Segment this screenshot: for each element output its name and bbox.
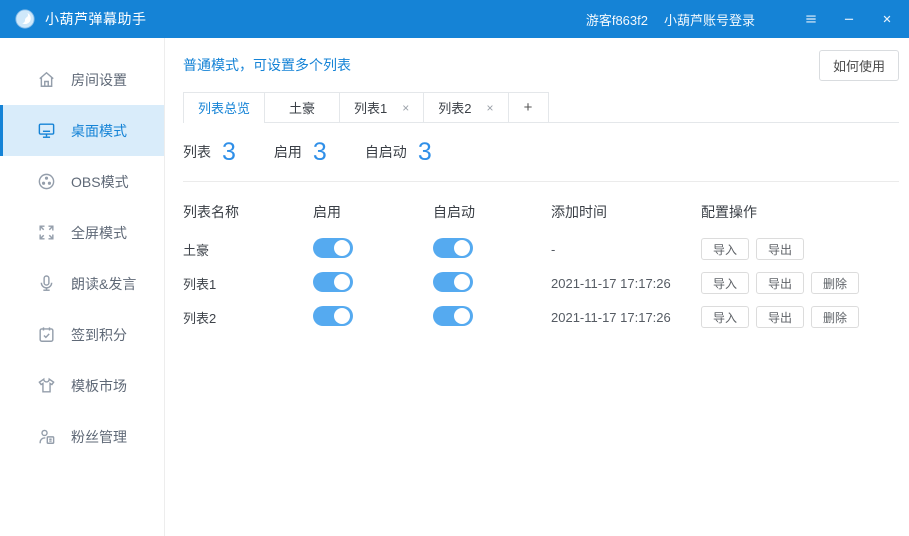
sidebar-item-label: 模板市场 xyxy=(71,376,127,396)
column-header: 列表名称 xyxy=(183,202,313,222)
sidebar-item-label: 朗读&发言 xyxy=(71,274,136,294)
tab-label: + xyxy=(524,99,533,116)
export-button[interactable]: 导出 xyxy=(756,272,804,294)
autostart-toggle[interactable] xyxy=(433,238,473,258)
tab-0[interactable]: 列表总览 xyxy=(183,92,265,122)
added-time: - xyxy=(551,242,701,257)
table-row: 列表2 2021-11-17 17:17:26导入导出删除 xyxy=(183,300,899,334)
guest-account-label[interactable]: 游客f863f2 xyxy=(586,10,648,29)
toggle-knob xyxy=(454,274,470,290)
table-body: 土豪-导入导出列表12021-11-17 17:17:26导入导出删除列表220… xyxy=(183,232,899,334)
mode-title: 普通模式，可设置多个列表 xyxy=(183,55,351,75)
sidebar-item-5[interactable]: 签到积分 xyxy=(0,309,164,360)
sidebar-item-3[interactable]: 全屏模式 xyxy=(0,207,164,258)
stat-0: 列表 3 xyxy=(183,140,236,165)
main-header: 普通模式，可设置多个列表 如何使用 xyxy=(183,38,899,92)
column-header: 添加时间 xyxy=(551,202,701,222)
added-time: 2021-11-17 17:17:26 xyxy=(551,276,701,291)
row-actions: 导入导出 xyxy=(701,238,899,260)
stat-value: 3 xyxy=(222,140,236,165)
import-button[interactable]: 导入 xyxy=(701,238,749,260)
sidebar-item-label: 全屏模式 xyxy=(71,223,127,243)
account-login-button[interactable]: 小葫芦账号登录 xyxy=(664,10,755,29)
toggle-knob xyxy=(334,308,350,324)
delete-button[interactable]: 删除 xyxy=(811,272,859,294)
column-header: 自启动 xyxy=(433,202,551,222)
tab-label: 列表1 xyxy=(354,98,387,117)
stat-value: 3 xyxy=(313,140,327,165)
enabled-toggle[interactable] xyxy=(313,306,353,326)
list-name: 列表1 xyxy=(183,274,313,293)
stat-label: 列表 xyxy=(183,142,211,162)
toggle-knob xyxy=(454,308,470,324)
tab-label: 土豪 xyxy=(289,98,315,117)
sidebar-item-7[interactable]: 粉丝管理 xyxy=(0,411,164,462)
tab-2[interactable]: 列表1 × xyxy=(339,92,424,122)
sidebar-item-label: 房间设置 xyxy=(71,70,127,90)
tshirt-icon xyxy=(37,376,56,395)
added-time: 2021-11-17 17:17:26 xyxy=(551,310,701,325)
sidebar-item-1[interactable]: 桌面模式 xyxy=(0,105,164,156)
fans-icon xyxy=(37,427,56,446)
stat-label: 自启动 xyxy=(365,142,407,162)
minimize-icon[interactable] xyxy=(841,11,857,27)
main-content: 普通模式，可设置多个列表 如何使用 列表总览土豪列表1×列表2×+ 列表3启用3… xyxy=(165,38,909,536)
checkin-calendar-icon xyxy=(37,325,56,344)
sidebar-item-2[interactable]: OBS模式 xyxy=(0,156,164,207)
sidebar-item-label: 粉丝管理 xyxy=(71,427,127,447)
import-button[interactable]: 导入 xyxy=(701,306,749,328)
column-header: 启用 xyxy=(313,202,433,222)
sidebar-item-4[interactable]: 朗读&发言 xyxy=(0,258,164,309)
table-row: 土豪 -导入导出 xyxy=(183,232,899,266)
import-button[interactable]: 导入 xyxy=(701,272,749,294)
stat-label: 启用 xyxy=(274,142,302,162)
tab-close-icon[interactable]: × xyxy=(487,101,494,115)
sidebar-item-label: 桌面模式 xyxy=(71,121,127,141)
app-logo-icon xyxy=(14,8,36,30)
toggle-knob xyxy=(334,240,350,256)
toggle-knob xyxy=(334,274,350,290)
row-actions: 导入导出删除 xyxy=(701,306,899,328)
obs-icon xyxy=(37,172,56,191)
app-title: 小葫芦弹幕助手 xyxy=(45,9,147,29)
table-header: 列表名称启用自启动添加时间配置操作 xyxy=(183,198,899,226)
stat-2: 自启动 3 xyxy=(365,140,432,165)
column-header: 配置操作 xyxy=(701,202,899,222)
stat-value: 3 xyxy=(418,140,432,165)
enabled-toggle[interactable] xyxy=(313,272,353,292)
export-button[interactable]: 导出 xyxy=(756,238,804,260)
close-icon[interactable] xyxy=(879,11,895,27)
list-name: 土豪 xyxy=(183,240,313,259)
list-name: 列表2 xyxy=(183,308,313,327)
delete-button[interactable]: 删除 xyxy=(811,306,859,328)
autostart-toggle[interactable] xyxy=(433,272,473,292)
row-actions: 导入导出删除 xyxy=(701,272,899,294)
tab-label: 列表2 xyxy=(438,98,471,117)
microphone-icon xyxy=(37,274,56,293)
sidebar: 房间设置桌面模式 OBS模式全屏模式朗读&发言签到积分模板市场粉丝管理 xyxy=(0,38,165,536)
tab-1[interactable]: 土豪 xyxy=(264,92,340,122)
how-to-use-button[interactable]: 如何使用 xyxy=(819,50,899,81)
table-row: 列表1 2021-11-17 17:17:26导入导出删除 xyxy=(183,266,899,300)
autostart-toggle[interactable] xyxy=(433,306,473,326)
sidebar-item-0[interactable]: 房间设置 xyxy=(0,54,164,105)
desktop-icon xyxy=(37,121,56,140)
enabled-toggle[interactable] xyxy=(313,238,353,258)
toggle-knob xyxy=(454,240,470,256)
tab-3[interactable]: 列表2 × xyxy=(423,92,508,122)
titlebar: 小葫芦弹幕助手 游客f863f2 小葫芦账号登录 xyxy=(0,0,909,38)
sidebar-item-label: OBS模式 xyxy=(71,172,129,192)
sidebar-item-label: 签到积分 xyxy=(71,325,127,345)
stat-1: 启用 3 xyxy=(274,140,327,165)
tab-bar: 列表总览 土豪 列表1 × 列表2 × + xyxy=(183,92,899,123)
home-icon xyxy=(37,70,56,89)
menu-icon[interactable] xyxy=(803,11,819,27)
sidebar-item-6[interactable]: 模板市场 xyxy=(0,360,164,411)
fullscreen-icon xyxy=(37,223,56,242)
add-tab-button[interactable]: + xyxy=(508,92,549,122)
tab-close-icon[interactable]: × xyxy=(402,101,409,115)
tab-label: 列表总览 xyxy=(198,98,250,117)
export-button[interactable]: 导出 xyxy=(756,306,804,328)
stats-row: 列表 3 启用 3 自启动 3 xyxy=(183,123,899,182)
